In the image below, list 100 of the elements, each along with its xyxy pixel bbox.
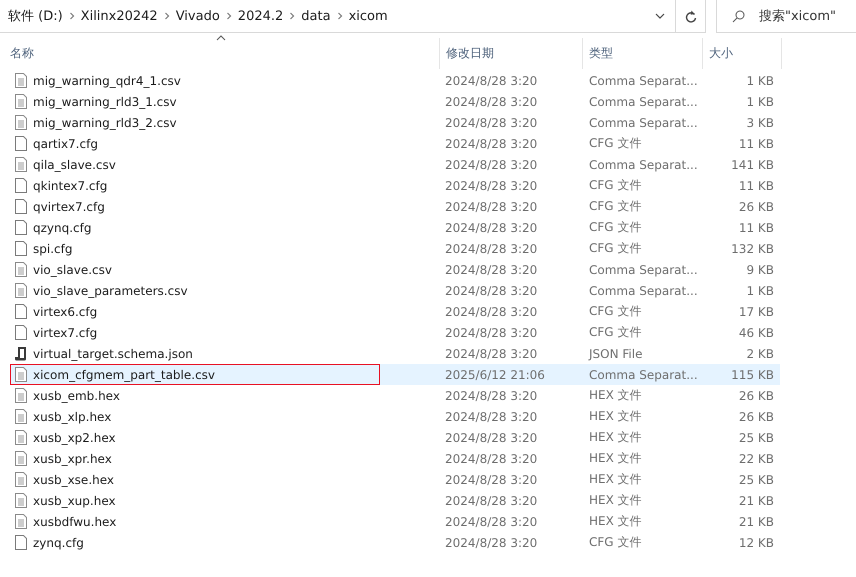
file-row[interactable]: mig_warning_rld3_1.csv 2024/8/28 3:20 Comma Separat... 1 KB xyxy=(10,91,780,112)
file-row[interactable]: vio_slave.csv 2024/8/28 3:20 Comma Separat... 9 KB xyxy=(10,259,780,280)
modified-date: 2024/8/28 3:20 xyxy=(444,178,538,194)
breadcrumb[interactable]: 2024.2 xyxy=(238,8,284,24)
file-size: 11 KB xyxy=(738,136,775,152)
breadcrumb[interactable]: 软件 (D:) xyxy=(8,7,63,25)
file-size: 12 KB xyxy=(738,534,775,552)
document-icon xyxy=(15,451,27,466)
file-icon xyxy=(15,325,27,340)
file-row[interactable]: qartix7.cfg 2024/8/28 3:20 CFG 文件 11 KB xyxy=(10,133,780,154)
file-icon xyxy=(15,220,27,235)
search-icon xyxy=(732,10,745,23)
file-row[interactable]: xusb_xpr.hex 2024/8/28 3:20 HEX 文件 22 KB xyxy=(10,448,780,469)
file-size: 132 KB xyxy=(730,240,775,258)
file-name: virtual_target.schema.json xyxy=(33,346,193,360)
file-name: xusb_xup.hex xyxy=(33,494,116,508)
column-header[interactable]: 类型 xyxy=(589,45,613,62)
address-bar[interactable]: 软件 (D:) Xilinx20242 Vivado 2024.2 data xicom xyxy=(0,0,706,33)
file-icon xyxy=(15,199,27,214)
file-size: 3 KB xyxy=(745,114,775,132)
modified-date: 2024/8/28 3:20 xyxy=(444,114,538,132)
file-type: Comma Separat... xyxy=(588,156,699,174)
file-row[interactable]: virtex7.cfg 2024/8/28 3:20 CFG 文件 46 KB xyxy=(10,322,780,343)
file-row[interactable]: xusbdfwu.hex 2024/8/28 3:20 HEX 文件 21 KB xyxy=(10,511,780,532)
file-row[interactable]: qvirtex7.cfg 2024/8/28 3:20 CFG 文件 26 KB xyxy=(10,196,780,217)
modified-date: 2024/8/28 3:20 xyxy=(444,72,538,90)
document-icon xyxy=(15,472,27,487)
column-header[interactable]: 名称 xyxy=(10,45,34,62)
file-row[interactable]: mig_warning_rld3_2.csv 2024/8/28 3:20 Comma Separat... 3 KB xyxy=(10,112,780,133)
file-row[interactable]: xusb_emb.hex 2024/8/28 3:20 HEX 文件 26 KB xyxy=(10,385,780,406)
breadcrumb[interactable]: xicom xyxy=(348,8,388,24)
modified-date: 2024/8/28 3:20 xyxy=(444,450,538,468)
file-name: virtex6.cfg xyxy=(33,304,98,318)
file-type: Comma Separat... xyxy=(588,114,699,132)
modified-date: 2024/8/28 3:20 xyxy=(444,472,538,488)
column-header[interactable]: 修改日期 xyxy=(446,45,494,62)
file-name: qvirtex7.cfg xyxy=(33,200,105,214)
file-type: Comma Separat... xyxy=(588,366,699,384)
document-icon xyxy=(15,409,27,424)
file-row[interactable]: virtual_target.schema.json 2024/8/28 3:20 JSON File 2 KB xyxy=(10,343,780,364)
file-row[interactable]: xusb_xlp.hex 2024/8/28 3:20 HEX 文件 26 KB xyxy=(10,406,780,427)
file-row[interactable]: xusb_xup.hex 2024/8/28 3:20 HEX 文件 21 KB xyxy=(10,490,780,511)
file-size: 26 KB xyxy=(738,198,775,216)
file-row[interactable]: xicom_cfgmem_part_table.csv 2025/6/12 21:06 Comma Separat... 115 KB xyxy=(10,364,780,385)
file-name: qkintex7.cfg xyxy=(33,178,108,192)
file-size: 22 KB xyxy=(738,450,775,468)
chevron-icon xyxy=(336,12,343,20)
file-name: qartix7.cfg xyxy=(33,136,98,150)
modified-date: 2024/8/28 3:20 xyxy=(444,262,538,278)
chevron-icon xyxy=(164,12,170,20)
file-name: xusbdfwu.hex xyxy=(33,514,116,528)
file-size: 1 KB xyxy=(745,72,775,90)
file-name: qila_slave.csv xyxy=(33,158,116,172)
file-row[interactable]: xusb_xp2.hex 2024/8/28 3:20 HEX 文件 25 KB xyxy=(10,427,780,448)
file-type: HEX 文件 xyxy=(588,492,643,509)
document-icon xyxy=(15,430,27,445)
chevron-icon xyxy=(68,12,75,20)
file-icon xyxy=(15,136,27,151)
file-row[interactable]: vio_slave_parameters.csv 2024/8/28 3:20 Comma Separat... 1 KB xyxy=(10,280,780,301)
file-type: CFG 文件 xyxy=(588,240,642,257)
document-icon xyxy=(15,157,27,172)
file-row[interactable]: zynq.cfg 2024/8/28 3:20 CFG 文件 12 KB xyxy=(10,532,780,553)
breadcrumb[interactable]: Xilinx20242 xyxy=(80,8,158,24)
file-icon xyxy=(15,178,27,193)
document-icon xyxy=(15,283,27,298)
document-icon xyxy=(15,73,27,88)
file-size: 26 KB xyxy=(738,388,775,404)
file-row[interactable]: xusb_xse.hex 2024/8/28 3:20 HEX 文件 25 KB xyxy=(10,469,780,490)
file-row[interactable]: spi.cfg 2024/8/28 3:20 CFG 文件 132 KB xyxy=(10,238,780,259)
file-name: xusb_xlp.hex xyxy=(33,410,112,424)
file-name: mig_warning_qdr4_1.csv xyxy=(33,74,181,88)
chevron-down-icon xyxy=(655,13,665,19)
column-header[interactable]: 大小 xyxy=(709,45,733,62)
file-size: 2 KB xyxy=(745,346,775,362)
document-icon xyxy=(15,388,27,403)
modified-date: 2024/8/28 3:20 xyxy=(444,304,538,320)
file-row[interactable]: qkintex7.cfg 2024/8/28 3:20 CFG 文件 11 KB xyxy=(10,175,780,196)
file-type: HEX 文件 xyxy=(588,408,643,425)
file-name: xusb_xse.hex xyxy=(33,472,114,486)
modified-date: 2024/8/28 3:20 xyxy=(444,282,538,300)
file-row[interactable]: qila_slave.csv 2024/8/28 3:20 Comma Separat... 141 KB xyxy=(10,154,780,175)
search-field[interactable]: 搜索"xicom" xyxy=(716,0,856,33)
file-type: HEX 文件 xyxy=(588,450,643,467)
file-type: CFG 文件 xyxy=(588,303,642,320)
modified-date: 2024/8/28 3:20 xyxy=(444,240,538,258)
modified-date: 2024/8/28 3:20 xyxy=(444,136,538,152)
file-icon xyxy=(15,241,27,256)
file-row[interactable]: qzynq.cfg 2024/8/28 3:20 CFG 文件 11 KB xyxy=(10,217,780,238)
modified-date: 2024/8/28 3:20 xyxy=(444,198,538,216)
breadcrumb[interactable]: Vivado xyxy=(176,8,220,24)
breadcrumb[interactable]: data xyxy=(301,8,331,24)
file-row[interactable]: virtex6.cfg 2024/8/28 3:20 CFG 文件 17 KB xyxy=(10,301,780,322)
file-name: qzynq.cfg xyxy=(33,220,92,234)
file-name: mig_warning_rld3_1.csv xyxy=(33,94,177,108)
file-size: 21 KB xyxy=(738,514,775,530)
file-name: vio_slave.csv xyxy=(33,262,112,276)
file-size: 17 KB xyxy=(738,304,775,320)
file-type: CFG 文件 xyxy=(588,324,642,341)
file-row[interactable]: mig_warning_qdr4_1.csv 2024/8/28 3:20 Comma Separat... 1 KB xyxy=(10,70,780,91)
file-icon xyxy=(15,535,27,550)
